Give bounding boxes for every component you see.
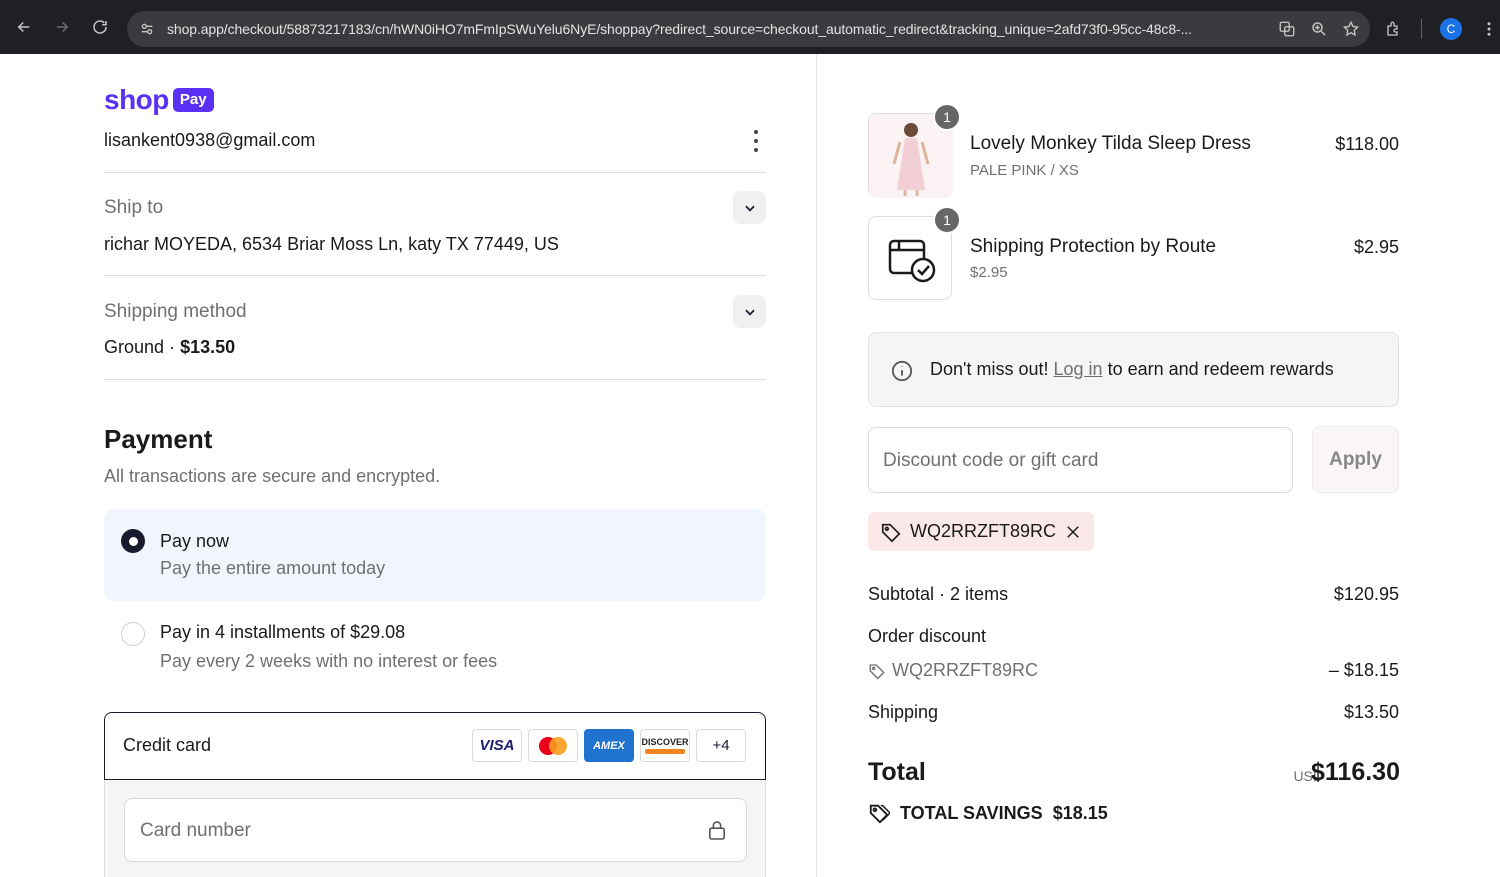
- discover-text: DISCOVER: [641, 737, 689, 747]
- item-variant: $2.95: [970, 264, 1008, 281]
- pay-installments-title[interactable]: Pay in 4 installments of $29.08: [160, 622, 405, 643]
- divider: [104, 172, 766, 173]
- quantity-badge: 1: [933, 206, 961, 234]
- total-value: $116.30: [1311, 758, 1400, 786]
- site-info-icon[interactable]: [139, 21, 155, 37]
- notice-suffix: to earn and redeem rewards: [1107, 359, 1334, 379]
- extensions-icon[interactable]: [1385, 20, 1403, 38]
- pay-installments-radio[interactable]: [121, 622, 145, 646]
- browser-toolbar: shop.app/checkout/58873217183/cn/hWN0iHO…: [0, 0, 1500, 54]
- total-savings: TOTAL SAVINGS $18.15: [868, 802, 1108, 824]
- item-name: Shipping Protection by Route: [970, 236, 1217, 257]
- payment-title: Payment: [104, 424, 213, 454]
- card-details-panel: Card number: [104, 780, 766, 877]
- amex-icon: AMEX: [584, 729, 634, 762]
- ship-to-label: Ship to: [104, 197, 164, 218]
- ship-to-address: richar MOYEDA, 6534 Briar Moss Ln, katy …: [104, 234, 559, 254]
- item-price: $118.00: [1335, 134, 1399, 154]
- toolbar-divider: [1421, 19, 1422, 39]
- card-brand-list: VISA AMEX DISCOVER +4: [472, 729, 746, 762]
- order-discount-value: – $18.15: [1328, 660, 1399, 680]
- reload-icon[interactable]: [81, 8, 119, 46]
- card-number-placeholder: Card number: [140, 820, 251, 841]
- zoom-icon[interactable]: [1310, 20, 1328, 38]
- shipping-method-separator: ·: [169, 337, 176, 357]
- checkout-main: shop Pay lisankent0938@gmail.com Ship to…: [0, 54, 817, 877]
- notice-prefix: Don't miss out!: [930, 359, 1049, 379]
- url-text: shop.app/checkout/58873217183/cn/hWN0iHO…: [167, 21, 1192, 37]
- subtotal-value: $120.95: [1333, 584, 1399, 604]
- close-icon[interactable]: [1064, 523, 1082, 541]
- bookmark-star-icon[interactable]: [1342, 20, 1360, 38]
- product-thumbnail: 1: [868, 206, 961, 300]
- apply-button[interactable]: Apply: [1312, 426, 1399, 493]
- lock-icon: [708, 821, 726, 840]
- pay-now-desc: Pay the entire amount today: [160, 558, 386, 578]
- mastercard-icon: [528, 729, 578, 762]
- shipping-method-name: Ground: [104, 337, 165, 357]
- order-discount-code-text: WQ2RRZFT89RC: [892, 660, 1039, 680]
- tag-icon: [869, 663, 885, 679]
- item-variant: PALE PINK / XS: [970, 162, 1079, 179]
- applied-discount-chip: WQ2RRZFT89RC: [868, 512, 1095, 551]
- discount-code-placeholder: Discount code or gift card: [883, 450, 1099, 471]
- menu-icon[interactable]: [1480, 20, 1498, 38]
- shipping-value: $13.50: [1343, 702, 1399, 722]
- order-discount-label: Order discount: [868, 626, 987, 646]
- quantity-badge: 1: [933, 103, 961, 131]
- forward-icon[interactable]: [43, 8, 81, 46]
- profile-avatar[interactable]: C: [1440, 18, 1462, 40]
- credit-card-option[interactable]: Credit card VISA AMEX DISCOVER +4: [104, 712, 766, 780]
- credit-card-label: Credit card: [123, 735, 212, 755]
- rewards-notice: Don't miss out! Log in to earn and redee…: [868, 332, 1399, 407]
- order-discount-code: WQ2RRZFT89RC: [868, 660, 1038, 681]
- shipping-method-price: $13.50: [180, 337, 236, 357]
- pay-installments-desc: Pay every 2 weeks with no interest or fe…: [160, 651, 498, 671]
- logo-pay-badge: Pay: [172, 88, 214, 112]
- account-menu-icon[interactable]: [748, 130, 764, 152]
- divider: [104, 275, 766, 276]
- account-email: lisankent0938@gmail.com: [104, 130, 316, 150]
- item-price: $2.95: [1353, 237, 1399, 257]
- visa-icon: VISA: [472, 729, 522, 762]
- subtotal-label: Subtotal · 2 items: [868, 584, 1009, 604]
- shipping-label: Shipping: [868, 702, 939, 722]
- total-label: Total: [868, 758, 926, 786]
- info-icon: [891, 360, 913, 382]
- translate-icon[interactable]: [1278, 20, 1296, 38]
- pay-now-radio[interactable]: [121, 529, 145, 553]
- product-thumbnail: 1: [868, 103, 961, 198]
- pay-now-title: Pay now: [160, 531, 230, 551]
- discount-code-input[interactable]: Discount code or gift card: [868, 427, 1293, 493]
- item-name: Lovely Monkey Tilda Sleep Dress: [970, 133, 1251, 154]
- login-link[interactable]: Log in: [1054, 359, 1103, 379]
- applied-discount-code: WQ2RRZFT89RC: [910, 521, 1057, 541]
- rewards-notice-text: Don't miss out! Log in to earn and redee…: [930, 359, 1334, 380]
- tags-icon: [869, 804, 890, 824]
- ship-to-expand-button[interactable]: [733, 191, 766, 224]
- more-cards-badge: +4: [696, 729, 746, 762]
- chevron-down-icon: [744, 309, 755, 316]
- address-bar[interactable]: shop.app/checkout/58873217183/cn/hWN0iHO…: [127, 11, 1370, 47]
- order-summary: 1 Lovely Monkey Tilda Sleep Dress PALE P…: [818, 54, 1500, 877]
- chevron-down-icon: [744, 205, 755, 212]
- shop-pay-logo: shop Pay: [104, 84, 214, 116]
- shipping-method-value: Ground · $13.50: [104, 337, 235, 358]
- logo-shop-text: shop: [104, 84, 169, 115]
- shipping-method-label: Shipping method: [104, 301, 247, 322]
- back-icon[interactable]: [5, 8, 43, 46]
- payment-subtitle: All transactions are secure and encrypte…: [104, 466, 441, 486]
- total-savings-value: $18.15: [1052, 802, 1108, 823]
- card-number-input[interactable]: Card number: [124, 798, 747, 862]
- pay-now-option[interactable]: [104, 509, 766, 601]
- tag-icon: [881, 523, 901, 542]
- discover-icon: DISCOVER: [640, 729, 690, 762]
- total-savings-label: TOTAL SAVINGS: [900, 802, 1043, 823]
- shipping-method-expand-button[interactable]: [733, 295, 766, 328]
- divider: [104, 379, 766, 380]
